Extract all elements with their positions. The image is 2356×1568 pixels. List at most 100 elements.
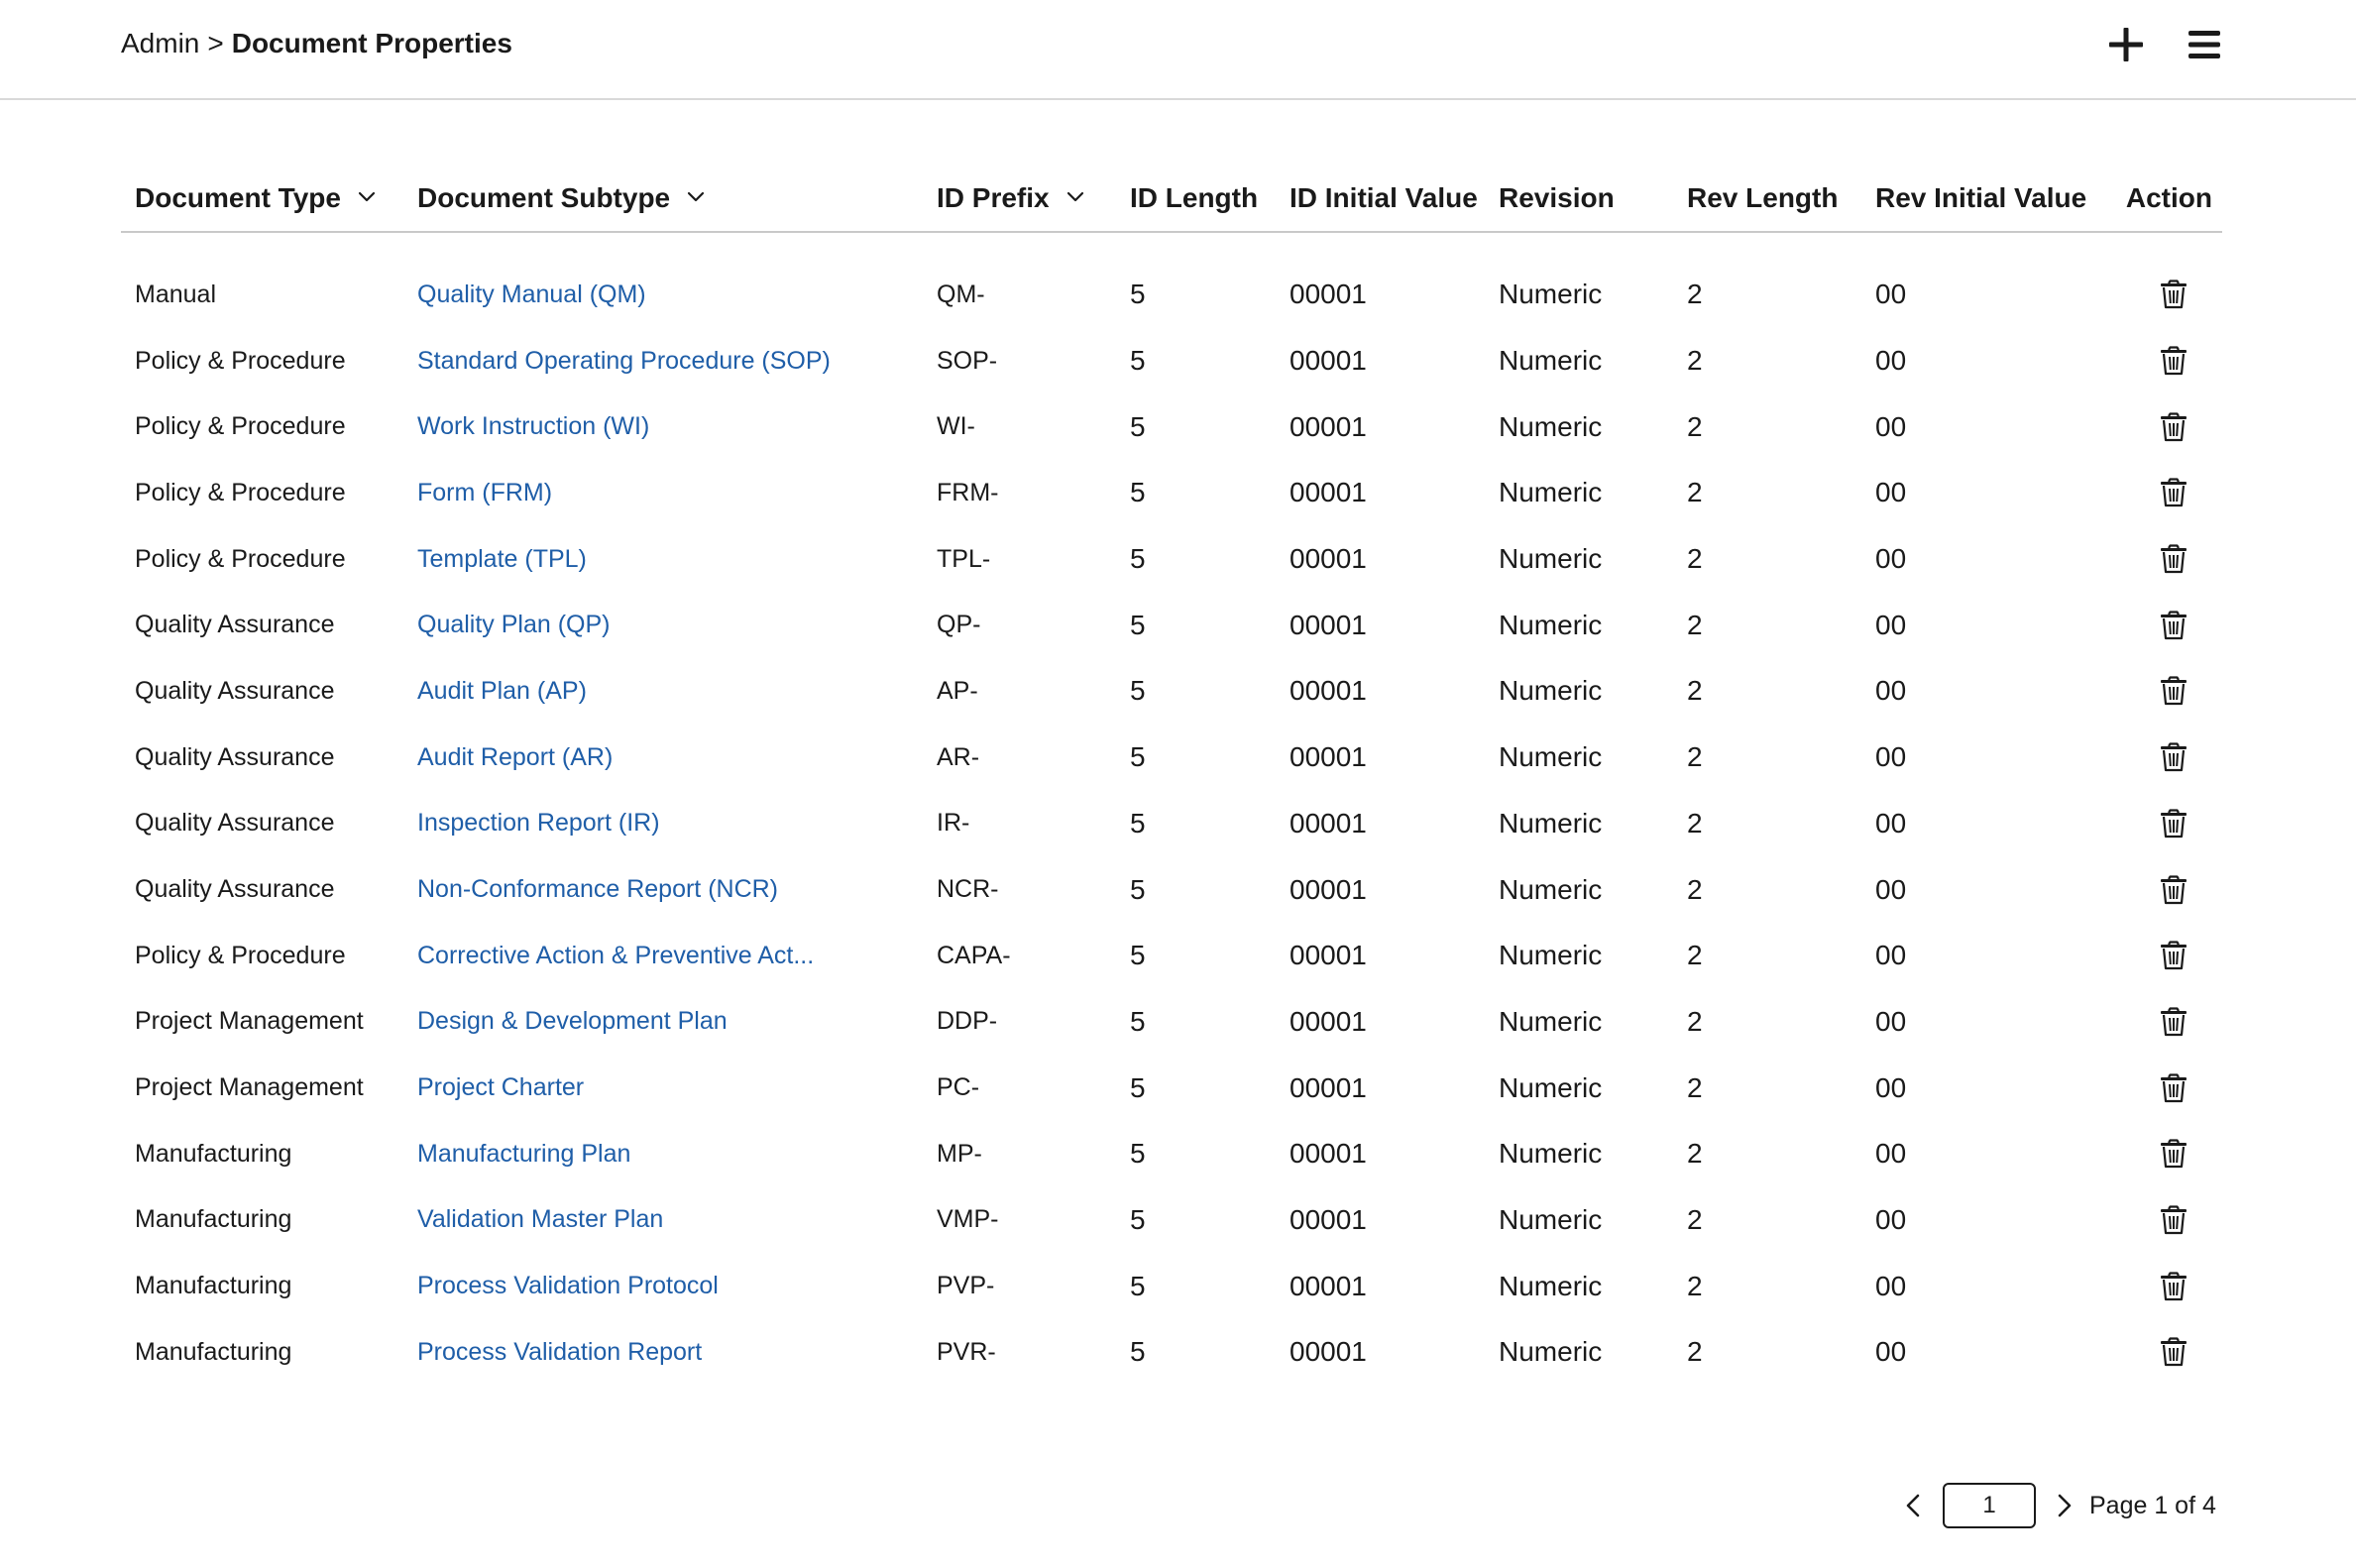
trash-icon[interactable] xyxy=(2157,674,2190,708)
cell-revision: Numeric xyxy=(1499,543,1603,575)
trash-icon[interactable] xyxy=(2157,1335,2190,1369)
cell-subtype-link[interactable]: Design & Development Plan xyxy=(403,989,923,1056)
cell-subtype-link[interactable]: Project Charter xyxy=(403,1055,923,1121)
cell-rev-length: 2 xyxy=(1687,345,1703,377)
cell-length: 5 xyxy=(1130,1071,1146,1103)
trash-icon[interactable] xyxy=(2157,1071,2190,1105)
table-row: Manufacturing Process Validation Report PV… xyxy=(121,1319,2222,1386)
cell-length: 5 xyxy=(1130,807,1146,839)
cell-rev-initial: 00 xyxy=(1875,1005,1907,1037)
cell-subtype-link[interactable]: Non-Conformance Report (NCR) xyxy=(403,856,923,923)
breadcrumb-admin[interactable]: Admin xyxy=(121,28,199,58)
cell-type: Quality Assurance xyxy=(135,875,335,904)
chevron-down-icon[interactable] xyxy=(355,184,379,208)
cell-subtype-link[interactable]: Process Validation Report xyxy=(403,1319,923,1386)
trash-icon[interactable] xyxy=(2157,1203,2190,1237)
cell-type: Policy & Procedure xyxy=(135,941,346,969)
trash-icon[interactable] xyxy=(2157,873,2190,907)
cell-type: Manual xyxy=(135,280,216,308)
cell-prefix: CAPA- xyxy=(937,941,1011,969)
column-header-label: ID Length xyxy=(1130,181,1259,213)
cell-action xyxy=(2093,1319,2222,1386)
cell-subtype-link[interactable]: Validation Master Plan xyxy=(403,1187,923,1254)
column-header-label: Document Type xyxy=(135,181,341,213)
cell-length: 5 xyxy=(1130,675,1146,707)
cell-type: Quality Assurance xyxy=(135,611,335,639)
cell-rev-initial: 00 xyxy=(1875,477,1907,508)
column-header-type[interactable]: Document Type xyxy=(121,176,403,233)
cell-length: 5 xyxy=(1130,1336,1146,1368)
cell-prefix: PVR- xyxy=(937,1337,996,1366)
trash-icon[interactable] xyxy=(2157,740,2190,774)
previous-page-button[interactable] xyxy=(1899,1491,1929,1520)
chevron-down-icon[interactable] xyxy=(1064,184,1087,208)
cell-type: Manufacturing xyxy=(135,1139,292,1168)
table-row: Quality Assurance Audit Plan (AP) AP- 5 0000… xyxy=(121,658,2222,725)
cell-type: Manufacturing xyxy=(135,1272,292,1300)
column-header-label: Revision xyxy=(1499,181,1615,213)
add-button[interactable] xyxy=(2103,22,2149,67)
cell-subtype-link[interactable]: Standard Operating Procedure (SOP) xyxy=(403,328,923,394)
cell-revision: Numeric xyxy=(1499,873,1603,905)
chevron-down-icon[interactable] xyxy=(684,184,708,208)
cell-subtype-link[interactable]: Inspection Report (IR) xyxy=(403,791,923,857)
cell-initial: 00001 xyxy=(1290,543,1367,575)
cell-rev-length: 2 xyxy=(1687,807,1703,839)
table-row: Manufacturing Validation Master Plan VMP- 5… xyxy=(121,1187,2222,1254)
cell-action xyxy=(2093,923,2222,989)
column-header-prefix[interactable]: ID Prefix xyxy=(923,176,1116,233)
cell-rev-length: 2 xyxy=(1687,543,1703,575)
cell-subtype-link[interactable]: Quality Plan (QP) xyxy=(403,592,923,658)
trash-icon[interactable] xyxy=(2157,939,2190,972)
cell-subtype-link[interactable]: Process Validation Protocol xyxy=(403,1253,923,1319)
cell-revision: Numeric xyxy=(1499,279,1603,310)
trash-icon[interactable] xyxy=(2157,476,2190,509)
cell-action xyxy=(2093,1187,2222,1254)
next-page-button[interactable] xyxy=(2049,1491,2078,1520)
cell-subtype-link[interactable]: Corrective Action & Preventive Act... xyxy=(403,923,923,989)
cell-initial: 00001 xyxy=(1290,1203,1367,1235)
cell-subtype-link[interactable]: Work Instruction (WI) xyxy=(403,393,923,460)
cell-subtype-link[interactable]: Manufacturing Plan xyxy=(403,1121,923,1187)
cell-subtype-link[interactable]: Audit Plan (AP) xyxy=(403,658,923,725)
cell-length: 5 xyxy=(1130,345,1146,377)
trash-icon[interactable] xyxy=(2157,807,2190,840)
cell-revision: Numeric xyxy=(1499,675,1603,707)
cell-revision: Numeric xyxy=(1499,807,1603,839)
trash-icon[interactable] xyxy=(2157,1005,2190,1039)
cell-rev-initial: 00 xyxy=(1875,543,1907,575)
cell-subtype-link[interactable]: Audit Report (AR) xyxy=(403,725,923,791)
cell-action xyxy=(2093,393,2222,460)
trash-icon[interactable] xyxy=(2157,1137,2190,1171)
menu-button[interactable] xyxy=(2182,22,2227,67)
trash-icon[interactable] xyxy=(2157,609,2190,642)
trash-icon[interactable] xyxy=(2157,278,2190,311)
table-row: Manual Quality Manual (QM) QM- 5 00001 Numeri… xyxy=(121,262,2222,328)
cell-initial: 00001 xyxy=(1290,1270,1367,1301)
cell-prefix: VMP- xyxy=(937,1205,999,1234)
trash-icon[interactable] xyxy=(2157,410,2190,444)
cell-rev-length: 2 xyxy=(1687,741,1703,773)
column-header-revision: Revision xyxy=(1485,176,1673,233)
table-row: Policy & Procedure Template (TPL) TPL- 5 000… xyxy=(121,526,2222,593)
cell-revision: Numeric xyxy=(1499,1005,1603,1037)
cell-rev-length: 2 xyxy=(1687,279,1703,310)
cell-initial: 00001 xyxy=(1290,1138,1367,1170)
cell-type: Policy & Procedure xyxy=(135,346,346,375)
page-number-input[interactable] xyxy=(1943,1483,2036,1528)
cell-prefix: NCR- xyxy=(937,875,999,904)
cell-type: Policy & Procedure xyxy=(135,544,346,573)
trash-icon[interactable] xyxy=(2157,344,2190,378)
cell-revision: Numeric xyxy=(1499,609,1603,640)
trash-icon[interactable] xyxy=(2157,542,2190,576)
cell-initial: 00001 xyxy=(1290,1071,1367,1103)
cell-revision: Numeric xyxy=(1499,410,1603,442)
trash-icon[interactable] xyxy=(2157,1270,2190,1303)
column-header-subtype[interactable]: Document Subtype xyxy=(403,176,923,233)
cell-prefix: MP- xyxy=(937,1139,982,1168)
cell-revision: Numeric xyxy=(1499,940,1603,971)
cell-subtype-link[interactable]: Quality Manual (QM) xyxy=(403,262,923,328)
cell-subtype-link[interactable]: Form (FRM) xyxy=(403,460,923,526)
cell-initial: 00001 xyxy=(1290,477,1367,508)
cell-subtype-link[interactable]: Template (TPL) xyxy=(403,526,923,593)
